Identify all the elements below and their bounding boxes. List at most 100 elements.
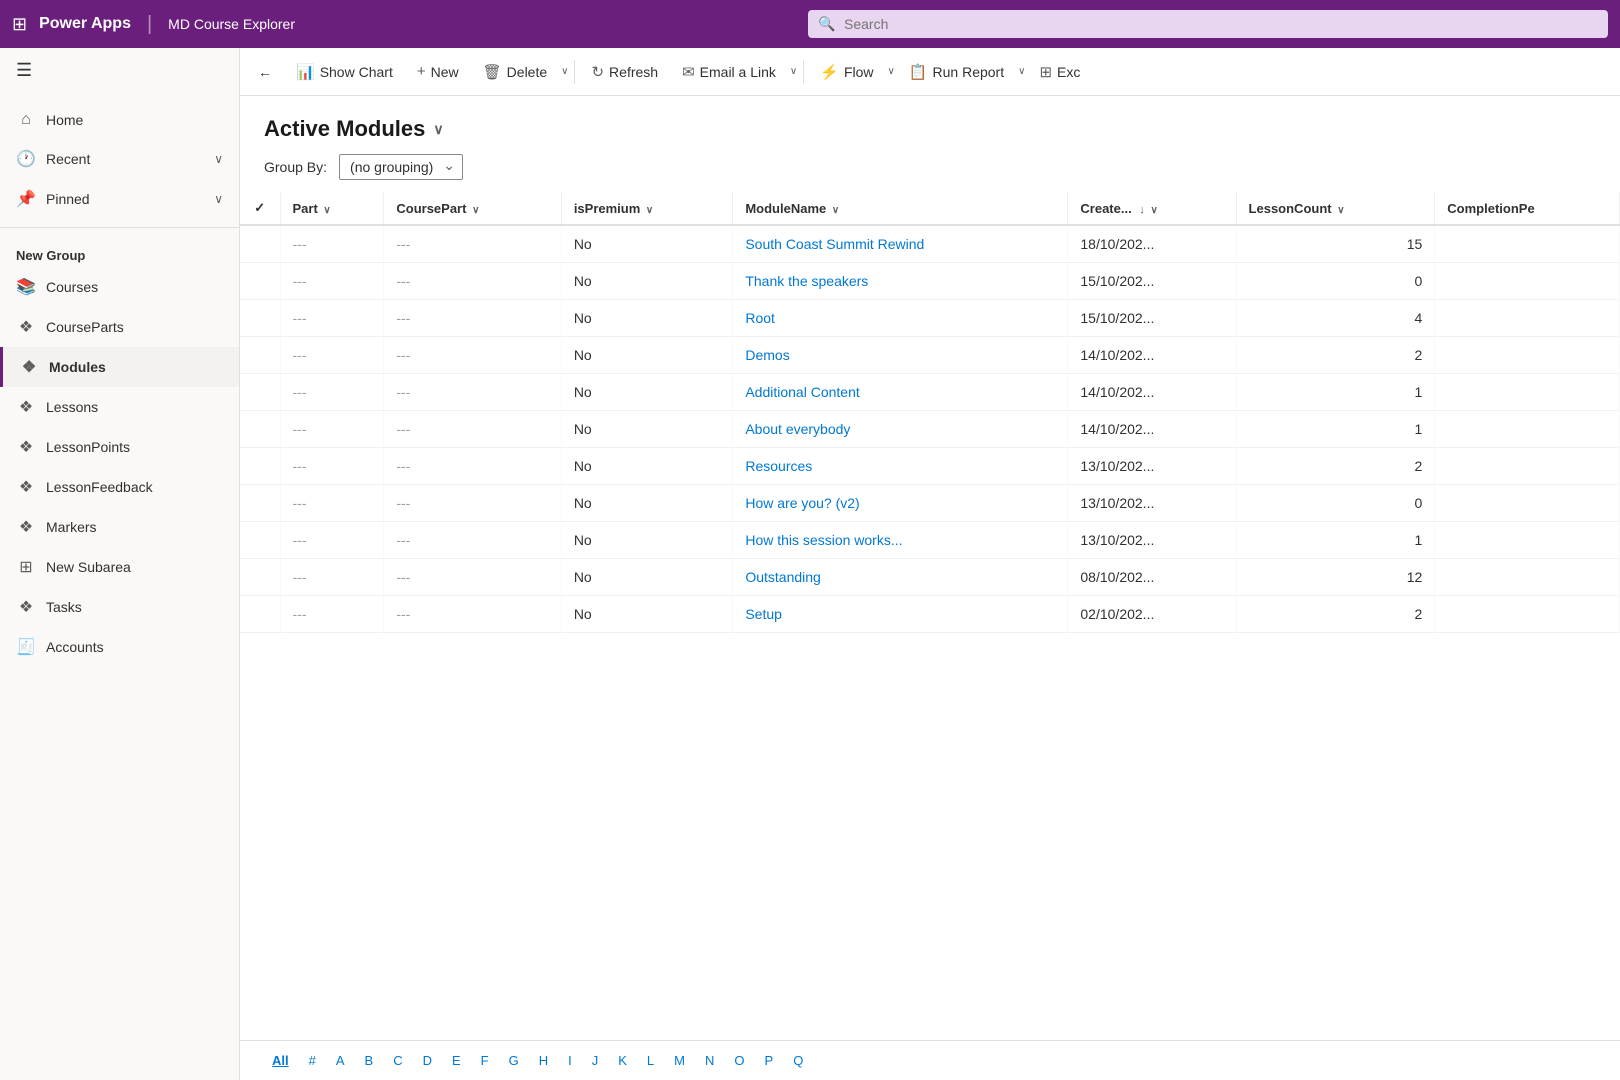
- table-row[interactable]: --- --- No Resources 13/10/202... 2: [240, 448, 1620, 485]
- sidebar-item-home[interactable]: ⌂ Home: [0, 101, 239, 139]
- sidebar-item-courseparts[interactable]: ❖ CourseParts: [0, 307, 239, 347]
- sidebar: ☰ ⌂ Home 🕐 Recent ∨ 📌 Pinned ∨ New Group…: [0, 48, 240, 1080]
- td-completionpe: [1435, 263, 1620, 300]
- table-row[interactable]: --- --- No Demos 14/10/202... 2: [240, 337, 1620, 374]
- pagination-letter-A[interactable]: A: [328, 1049, 353, 1072]
- pagination-letter-J[interactable]: J: [584, 1049, 607, 1072]
- table-row[interactable]: --- --- No About everybody 14/10/202... …: [240, 411, 1620, 448]
- excel-button[interactable]: ⊞ Exc: [1029, 57, 1090, 87]
- th-lessoncount[interactable]: LessonCount ∨: [1236, 192, 1435, 225]
- pagination-letter-F[interactable]: F: [473, 1049, 497, 1072]
- flow-button[interactable]: ⚡ Flow: [810, 57, 883, 87]
- th-part[interactable]: Part ∨: [280, 192, 384, 225]
- sidebar-item-newsubarea[interactable]: ⊞ New Subarea: [0, 547, 239, 587]
- sidebar-item-lessons[interactable]: ❖ Lessons: [0, 387, 239, 427]
- th-completionpe[interactable]: CompletionPe: [1435, 192, 1620, 225]
- lessonfeedback-icon: ❖: [16, 477, 36, 497]
- table-row[interactable]: --- --- No Root 15/10/202... 4: [240, 300, 1620, 337]
- td-modulename[interactable]: Outstanding: [733, 559, 1068, 596]
- pagination-letter-All[interactable]: All: [264, 1049, 297, 1072]
- delete-button[interactable]: 🗑 Delete: [473, 57, 558, 87]
- sidebar-item-lessonpoints[interactable]: ❖ LessonPoints: [0, 427, 239, 467]
- td-part: ---: [280, 263, 384, 300]
- td-lessoncount: 12: [1236, 559, 1435, 596]
- app-name: MD Course Explorer: [168, 16, 295, 32]
- show-chart-button[interactable]: 📊 Show Chart: [286, 57, 403, 87]
- pagination-letter-N[interactable]: N: [697, 1049, 722, 1072]
- td-created: 15/10/202...: [1068, 263, 1236, 300]
- th-check[interactable]: ✓: [240, 192, 280, 225]
- sidebar-item-pinned[interactable]: 📌 Pinned ∨: [0, 179, 239, 219]
- pagination-letter-B[interactable]: B: [357, 1049, 382, 1072]
- email-link-button[interactable]: ✉ Email a Link: [672, 57, 786, 87]
- th-created[interactable]: Create... ↓ ∨: [1068, 192, 1236, 225]
- page-title[interactable]: Active Modules ∨: [264, 116, 1596, 142]
- pagination-letter-L[interactable]: L: [639, 1049, 662, 1072]
- td-modulename[interactable]: South Coast Summit Rewind: [733, 225, 1068, 263]
- table-row[interactable]: --- --- No Outstanding 08/10/202... 12: [240, 559, 1620, 596]
- refresh-button[interactable]: ↻ Refresh: [581, 57, 668, 87]
- pagination-letter-#[interactable]: #: [301, 1049, 324, 1072]
- pagination-letter-P[interactable]: P: [757, 1049, 782, 1072]
- pagination-letter-M[interactable]: M: [666, 1049, 693, 1072]
- td-ispremium: No: [561, 337, 733, 374]
- lessons-icon: ❖: [16, 397, 36, 417]
- td-ispremium: No: [561, 596, 733, 633]
- excel-icon: ⊞: [1039, 63, 1052, 81]
- sidebar-label-markers: Markers: [46, 519, 97, 535]
- sidebar-label-newsubarea: New Subarea: [46, 559, 131, 575]
- pagination-letter-I[interactable]: I: [560, 1049, 580, 1072]
- td-modulename[interactable]: How this session works...: [733, 522, 1068, 559]
- pagination-letter-O[interactable]: O: [726, 1049, 752, 1072]
- sidebar-item-courses[interactable]: 📚 Courses: [0, 267, 239, 307]
- flow-chevron[interactable]: ∨: [888, 66, 895, 77]
- td-modulename[interactable]: Thank the speakers: [733, 263, 1068, 300]
- th-modulename[interactable]: ModuleName ∨: [733, 192, 1068, 225]
- pagination-letter-E[interactable]: E: [444, 1049, 469, 1072]
- pagination-letter-C[interactable]: C: [385, 1049, 410, 1072]
- email-chevron[interactable]: ∨: [790, 66, 797, 77]
- table-row[interactable]: --- --- No South Coast Summit Rewind 18/…: [240, 225, 1620, 263]
- table-row[interactable]: --- --- No How are you? (v2) 13/10/202..…: [240, 485, 1620, 522]
- sidebar-item-markers[interactable]: ❖ Markers: [0, 507, 239, 547]
- pagination-letter-K[interactable]: K: [610, 1049, 635, 1072]
- sidebar-toggle[interactable]: ☰: [0, 48, 239, 93]
- flow-icon: ⚡: [820, 63, 839, 81]
- back-button[interactable]: ←: [248, 58, 282, 86]
- sidebar-divider: [0, 227, 239, 228]
- td-coursepart: ---: [384, 337, 561, 374]
- td-modulename[interactable]: Resources: [733, 448, 1068, 485]
- pagination-letter-H[interactable]: H: [531, 1049, 556, 1072]
- run-report-button[interactable]: 📋 Run Report: [899, 57, 1014, 87]
- td-modulename[interactable]: Additional Content: [733, 374, 1068, 411]
- th-coursepart[interactable]: CoursePart ∨: [384, 192, 561, 225]
- sidebar-item-modules[interactable]: ❖ Modules: [0, 347, 239, 387]
- delete-chevron[interactable]: ∨: [561, 66, 568, 77]
- report-chevron[interactable]: ∨: [1018, 66, 1025, 77]
- td-modulename[interactable]: How are you? (v2): [733, 485, 1068, 522]
- th-ispremium[interactable]: isPremium ∨: [561, 192, 733, 225]
- sidebar-item-recent[interactable]: 🕐 Recent ∨: [0, 139, 239, 179]
- chevron-down-icon-pinned: ∨: [214, 192, 223, 206]
- main-layout: ☰ ⌂ Home 🕐 Recent ∨ 📌 Pinned ∨ New Group…: [0, 48, 1620, 1080]
- pagination-letter-Q[interactable]: Q: [785, 1049, 811, 1072]
- sidebar-item-lessonfeedback[interactable]: ❖ LessonFeedback: [0, 467, 239, 507]
- sidebar-item-tasks[interactable]: ❖ Tasks: [0, 587, 239, 627]
- td-modulename[interactable]: About everybody: [733, 411, 1068, 448]
- group-by-select[interactable]: (no grouping): [339, 154, 463, 180]
- td-completionpe: [1435, 522, 1620, 559]
- grid-icon[interactable]: ⊞: [12, 14, 27, 35]
- search-input[interactable]: [808, 10, 1608, 38]
- td-modulename[interactable]: Demos: [733, 337, 1068, 374]
- pagination-letter-G[interactable]: G: [501, 1049, 527, 1072]
- table-row[interactable]: --- --- No How this session works... 13/…: [240, 522, 1620, 559]
- table-row[interactable]: --- --- No Additional Content 14/10/202.…: [240, 374, 1620, 411]
- td-check: [240, 448, 280, 485]
- sidebar-item-accounts[interactable]: 🧾 Accounts: [0, 627, 239, 667]
- td-modulename[interactable]: Root: [733, 300, 1068, 337]
- table-row[interactable]: --- --- No Thank the speakers 15/10/202.…: [240, 263, 1620, 300]
- pagination-letter-D[interactable]: D: [415, 1049, 440, 1072]
- td-modulename[interactable]: Setup: [733, 596, 1068, 633]
- new-button[interactable]: + New: [407, 57, 469, 86]
- table-row[interactable]: --- --- No Setup 02/10/202... 2: [240, 596, 1620, 633]
